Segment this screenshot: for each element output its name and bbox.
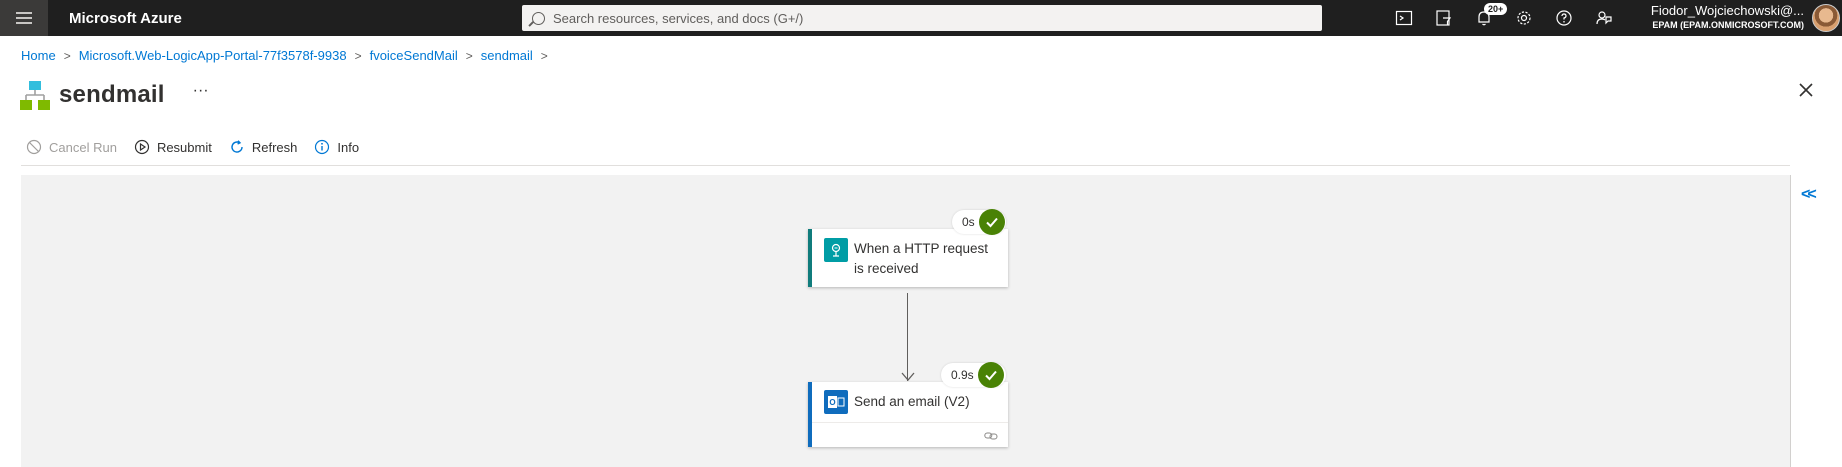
breadcrumb-workflow[interactable]: fvoiceSendMail [370,48,458,63]
card-accent [808,229,812,287]
search-placeholder: Search resources, services, and docs (G+… [553,10,804,26]
filter-directory-icon [1436,10,1452,26]
refresh-icon [231,140,243,153]
breadcrumb-home[interactable]: Home [21,48,56,63]
user-directory: EPAM (EPAM.ONMICROSOFT.COM) [1652,20,1804,30]
page-header: sendmail ··· [20,79,209,111]
terminal-icon [1395,10,1413,26]
trigger-title-line2: is received [854,261,919,276]
breadcrumb-run[interactable]: sendmail [481,48,533,63]
close-icon [1799,83,1813,97]
step-connector [907,293,908,381]
info-button[interactable]: Info [314,139,359,155]
account-menu[interactable]: Fiodor_Wojciechowski@... EPAM (EPAM.ONMI… [1644,3,1804,30]
refresh-button[interactable]: Refresh [229,139,298,155]
card-accent [808,382,812,447]
trigger-title: When a HTTP request is received [854,239,988,279]
info-label: Info [337,139,360,155]
action-title-line1: Send an email (V2) [854,394,970,409]
command-bar: Cancel Run Resubmit Refresh Info [26,139,376,155]
resubmit-button[interactable]: Resubmit [134,139,212,155]
trigger-duration: 0s [962,215,975,229]
cloud-shell-button[interactable] [1384,0,1424,36]
outlook-icon: O [824,390,848,414]
notifications-button[interactable]: 20+ [1464,0,1508,36]
feedback-icon [1596,11,1612,25]
help-icon [1556,10,1572,26]
breadcrumb: Home > Microsoft.Web-LogicApp-Portal-77f… [21,48,556,63]
logic-app-run-icon [20,79,50,111]
global-search-input[interactable]: Search resources, services, and docs (G+… [522,5,1322,31]
breadcrumb-logic-app[interactable]: Microsoft.Web-LogicApp-Portal-77f3578f-9… [79,48,347,63]
http-request-icon [824,238,848,262]
user-name: Fiodor_Wojciechowski@... [1650,3,1804,18]
info-icon [315,139,330,155]
chevron-right-icon: > [63,48,71,63]
refresh-label: Refresh [251,139,298,155]
portal-menu-button[interactable] [0,0,48,36]
resubmit-icon [134,139,150,155]
arrow-down-icon [901,372,915,381]
avatar[interactable] [1812,4,1840,32]
success-check-icon [977,362,1004,388]
cancel-icon [26,139,42,155]
hamburger-icon [16,12,32,24]
cancel-run-button[interactable]: Cancel Run [26,139,117,155]
gear-icon [1517,11,1531,25]
action-duration: 0.9s [951,368,974,382]
resubmit-label: Resubmit [156,139,212,155]
action-title: Send an email (V2) [854,392,970,412]
action-status-badge[interactable]: 0.9s [941,362,1006,388]
divider [21,165,1790,166]
action-card-send-email[interactable]: O Send an email (V2) [808,382,1008,447]
more-options-button[interactable]: ··· [193,82,209,100]
trigger-card-http-request[interactable]: When a HTTP request is received [808,229,1008,287]
close-button[interactable] [1796,80,1816,100]
top-bar-icons: 20+ [1384,0,1624,36]
help-button[interactable] [1544,0,1584,36]
collapse-panel-button[interactable]: << [1801,186,1817,204]
divider [1790,175,1791,467]
connection-link-icon[interactable] [984,431,998,441]
svg-text:O: O [829,398,835,407]
chevron-right-icon: > [354,48,362,63]
directory-filter-button[interactable] [1424,0,1464,36]
success-check-icon [978,209,1005,235]
cancel-run-label: Cancel Run [49,139,117,155]
chevron-right-icon: > [465,48,473,63]
search-icon [532,11,545,25]
brand-title[interactable]: Microsoft Azure [69,10,522,27]
settings-button[interactable] [1504,0,1544,36]
page-title: sendmail [59,81,165,108]
double-chevron-left-icon: << [1801,186,1817,203]
feedback-button[interactable] [1584,0,1624,36]
trigger-status-badge[interactable]: 0s [952,209,1006,235]
chevron-right-icon: > [540,48,548,63]
trigger-title-line1: When a HTTP request [854,241,989,256]
card-divider [812,422,1008,423]
